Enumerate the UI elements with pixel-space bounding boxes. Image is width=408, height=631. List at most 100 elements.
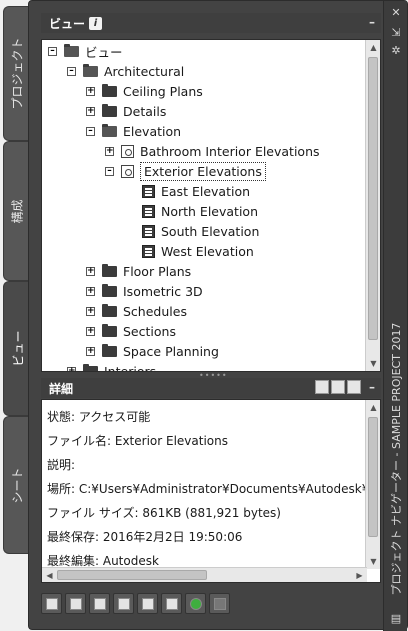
collapse-icon[interactable]: –	[86, 126, 95, 136]
scrollbar-thumb[interactable]	[368, 57, 378, 340]
detail-description: 説明:	[47, 458, 76, 472]
pin-icon[interactable]: ⇲	[390, 27, 402, 39]
expand-icon[interactable]: +	[86, 326, 95, 336]
refresh-icon	[189, 597, 202, 610]
sheet-icon	[165, 597, 178, 610]
delete-button[interactable]	[113, 593, 134, 614]
scrollbar-thumb[interactable]	[57, 570, 207, 580]
tree-node-label: Ceiling Plans	[123, 83, 203, 99]
expand-icon[interactable]: +	[86, 306, 95, 316]
options-icon[interactable]	[347, 380, 361, 394]
folder-icon	[102, 323, 117, 337]
project-navigator-palette: ビュー i – – ビュー – Architectural + Ceiling …	[28, 0, 408, 631]
view-properties-button[interactable]	[89, 593, 110, 614]
tree-node-ceiling-plans[interactable]: + Ceiling Plans	[86, 81, 203, 101]
tree-node-architectural[interactable]: – Architectural	[67, 61, 184, 81]
vertical-tabs: プロジェクト 構成 ビュー シート	[0, 0, 31, 630]
tree-node-label: Bathroom Interior Elevations	[140, 143, 320, 159]
info-icon[interactable]: i	[89, 16, 103, 30]
scroll-right-arrow-icon[interactable]: ▶	[352, 568, 367, 582]
folder-icon	[102, 283, 117, 297]
expand-icon[interactable]: +	[86, 266, 95, 276]
tree-vertical-scrollbar[interactable]: ▲ ▼	[365, 40, 380, 371]
views-header-title: ビュー	[49, 16, 86, 31]
elevation-view-icon	[142, 244, 155, 258]
open-view-icon	[69, 597, 82, 610]
tree-node-label: West Elevation	[161, 243, 254, 259]
delete-icon	[117, 597, 130, 610]
palette-title: プロジェクト ナビゲーター - SAMPLE PROJECT 2017	[386, 301, 406, 601]
bottom-toolbar	[41, 593, 230, 615]
tree-node-sections[interactable]: + Sections	[86, 321, 176, 341]
details-header-title: 詳細	[49, 381, 74, 396]
tree-node-details[interactable]: + Details	[86, 101, 166, 121]
tree-node-north-elevation[interactable]: North Elevation	[142, 201, 258, 221]
tab-configuration-label: 構成	[10, 198, 25, 224]
folder-icon	[83, 363, 98, 371]
tree-node-interiors[interactable]: + Interiors	[67, 361, 156, 371]
view-properties-icon	[93, 597, 106, 610]
tree-node-label: South Elevation	[161, 223, 260, 239]
tree-node-east-elevation[interactable]: East Elevation	[142, 181, 250, 201]
expand-icon[interactable]: +	[105, 146, 114, 156]
tab-configuration[interactable]: 構成	[3, 141, 30, 281]
tab-views[interactable]: ビュー	[3, 281, 31, 416]
tree-node-schedules[interactable]: + Schedules	[86, 301, 187, 321]
views-tree[interactable]: – ビュー – Architectural + Ceiling Plans + …	[41, 39, 381, 372]
folder-icon	[102, 303, 117, 317]
tree-node-label: North Elevation	[161, 203, 258, 219]
elevation-view-icon	[142, 184, 155, 198]
tree-node-isometric-3d[interactable]: + Isometric 3D	[86, 281, 203, 301]
scroll-down-arrow-icon[interactable]: ▼	[366, 554, 380, 569]
details-minimize-button[interactable]: –	[369, 380, 375, 394]
tree-node-south-elevation[interactable]: South Elevation	[142, 221, 259, 241]
scroll-up-arrow-icon[interactable]: ▲	[366, 400, 380, 415]
palette-title-bar[interactable]: ✕ ⇲ ✲ プロジェクト ナビゲーター - SAMPLE PROJECT 201…	[383, 1, 407, 631]
preview-icon[interactable]	[315, 380, 329, 394]
details-view-icon[interactable]	[331, 380, 345, 394]
scroll-left-arrow-icon[interactable]: ◀	[42, 568, 57, 582]
details-horizontal-scrollbar[interactable]: ◀ ▶	[42, 567, 367, 582]
expand-icon[interactable]: +	[86, 286, 95, 296]
collapse-icon[interactable]: –	[105, 166, 114, 176]
tree-node-label: Isometric 3D	[123, 283, 203, 299]
disabled-icon	[213, 597, 226, 610]
sheet-button[interactable]	[161, 593, 182, 614]
elevation-view-icon	[142, 204, 155, 218]
tree-node-floor-plans[interactable]: + Floor Plans	[86, 261, 191, 281]
expand-icon[interactable]: +	[67, 366, 76, 371]
open-view-button[interactable]	[65, 593, 86, 614]
scroll-down-arrow-icon[interactable]: ▼	[366, 356, 380, 371]
select-button[interactable]	[137, 593, 158, 614]
tree-node-views[interactable]: – ビュー	[48, 41, 123, 61]
select-icon	[141, 597, 154, 610]
tree-node-label: Exterior Elevations	[140, 161, 266, 181]
tree-node-space-planning[interactable]: + Space Planning	[86, 341, 219, 361]
palette-menu-icon[interactable]: ▤	[390, 613, 402, 625]
tree-node-label: Schedules	[123, 303, 187, 319]
expand-icon[interactable]: +	[86, 106, 95, 116]
views-minimize-button[interactable]: –	[369, 15, 375, 29]
details-header: 詳細 –	[41, 378, 381, 398]
close-icon[interactable]: ✕	[390, 7, 402, 19]
scrollbar-thumb[interactable]	[368, 417, 378, 537]
expand-icon[interactable]: +	[86, 86, 95, 96]
tree-node-exterior-elevations[interactable]: – Exterior Elevations	[105, 161, 266, 181]
tab-sheets[interactable]: シート	[3, 416, 30, 554]
expand-icon[interactable]: +	[86, 346, 95, 356]
collapse-icon[interactable]: –	[67, 66, 76, 76]
tree-node-elevation[interactable]: – Elevation	[86, 121, 181, 141]
views-header: ビュー i –	[41, 13, 381, 33]
disabled-button	[209, 593, 230, 614]
settings-icon[interactable]: ✲	[390, 45, 402, 57]
new-view-icon	[45, 597, 58, 610]
collapse-icon[interactable]: –	[48, 46, 57, 56]
scroll-up-arrow-icon[interactable]: ▲	[366, 40, 380, 55]
tree-node-west-elevation[interactable]: West Elevation	[142, 241, 254, 261]
details-vertical-scrollbar[interactable]: ▲ ▼	[365, 400, 380, 569]
detail-status: 状態: アクセス可能	[47, 410, 151, 424]
tab-project[interactable]: プロジェクト	[3, 6, 30, 141]
tree-node-bathroom-interior-elevations[interactable]: + Bathroom Interior Elevations	[105, 141, 320, 161]
new-view-button[interactable]	[41, 593, 62, 614]
refresh-button[interactable]	[185, 593, 206, 614]
